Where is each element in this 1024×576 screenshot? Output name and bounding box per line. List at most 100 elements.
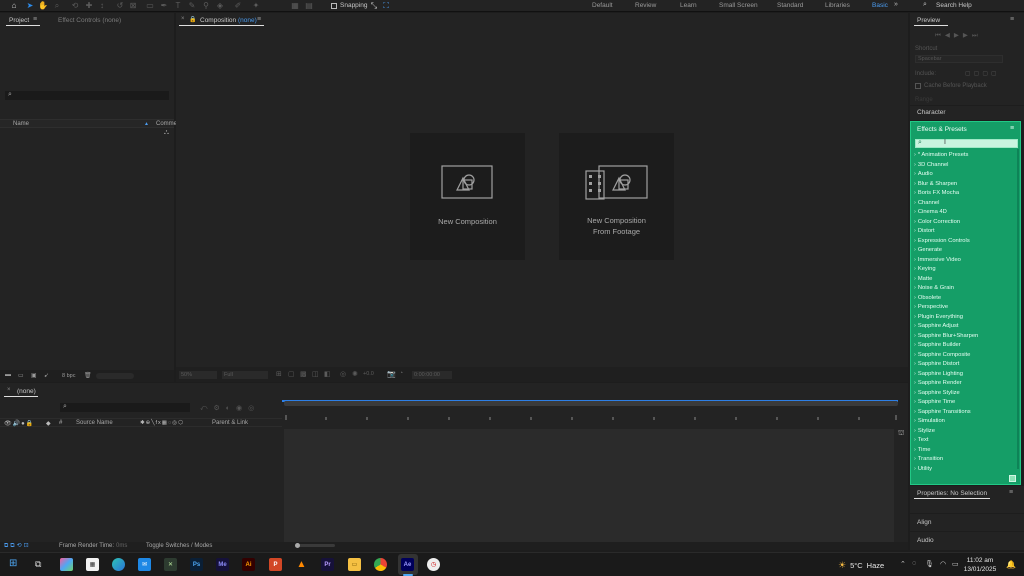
tray-overflow-icon[interactable]: ⌃ [900,560,906,568]
pen-tool-icon[interactable]: ✒ [159,1,169,11]
effects-category-item[interactable]: › Color Correction [914,218,960,227]
panel-menu-icon[interactable]: ≡ [1010,16,1014,23]
panel-menu-icon[interactable]: ≡ [1009,489,1013,496]
effects-category-item[interactable]: › Distort [914,227,935,236]
zoom-tool-icon[interactable]: ⌕ [52,1,62,11]
store-icon[interactable]: ▦ [86,558,99,571]
effects-category-item[interactable]: › Simulation [914,417,945,426]
timeline-track-area[interactable] [284,429,894,543]
label-icon[interactable]: ◆ [46,420,51,427]
snapping-checkbox[interactable] [331,3,337,9]
transparency-icon[interactable]: ▩ [300,370,307,378]
effects-category-item[interactable]: › Generate [914,246,942,255]
column-name[interactable]: Name [13,121,29,127]
chrome-icon[interactable] [374,558,387,571]
effects-category-item[interactable]: › Plugin Everything [914,313,963,322]
copilot-icon[interactable] [60,558,73,571]
effects-category-item[interactable]: › Sapphire Blur+Sharpen [914,332,978,341]
flowchart-icon[interactable]: ⛬ [164,129,169,137]
effects-search-input[interactable]: ⌕ I [915,139,1018,148]
dolly-tool-icon[interactable]: ↕ [97,1,107,11]
powerpoint-icon[interactable]: P [269,558,282,571]
effects-presets-title[interactable]: Effects & Presets [917,126,967,133]
show-snapshot-icon[interactable]: ◔ [399,370,403,377]
photoshop-icon[interactable]: Ps [190,558,203,571]
new-composition-card[interactable]: New Composition [410,133,525,260]
close-icon[interactable]: × [7,387,11,393]
interpret-footage-icon[interactable]: ▬ [5,372,11,378]
camtasia-icon[interactable]: ✕ [164,558,177,571]
cache-checkbox[interactable] [915,83,921,89]
render-queue-icon[interactable]: ➹ [44,372,49,379]
battery-icon[interactable]: ▭ [952,560,959,568]
wifi-icon[interactable]: ◠ [940,560,946,568]
align-title[interactable]: Align [917,519,931,526]
close-icon[interactable]: × [181,16,185,22]
effects-category-item[interactable]: › Sapphire Adjust [914,322,958,331]
guides-icon[interactable]: ◧ [324,370,331,378]
workspace-small-screen[interactable]: Small Screen [719,2,758,9]
puppet-tool-icon[interactable]: ✦ [251,1,261,11]
home-icon[interactable]: ⌂ [9,1,19,11]
effects-category-item[interactable]: › Keying [914,265,936,274]
effects-category-item[interactable]: › Blur & Sharpen [914,180,957,189]
shortcut-dropdown[interactable]: Spacebar [915,55,1003,63]
pan-tool-icon[interactable]: ✚ [84,1,94,11]
after-effects-icon[interactable]: Ae [401,558,414,571]
effects-category-item[interactable]: › Sapphire Distort [914,360,959,369]
effects-category-item[interactable]: › Expression Controls [914,237,970,246]
time-ruler[interactable] [284,415,898,421]
vlc-icon[interactable]: ▲ [295,558,308,571]
playback-controls[interactable]: ⏮◀▶▶⏭ [935,31,982,40]
illustrator-icon[interactable]: Ai [242,558,255,571]
thumbnail-slider[interactable] [96,373,134,379]
properties-title[interactable]: Properties: No Selection [917,490,987,497]
roto-brush-tool-icon[interactable]: ✐ [233,1,243,11]
effects-category-item[interactable]: › Text [914,436,928,445]
panel-menu-icon[interactable]: ≡ [1010,125,1014,132]
stopwatch-icon[interactable]: ◷ [427,558,440,571]
tab-effect-controls[interactable]: Effect Controls (none) [58,17,121,24]
panel-menu-icon[interactable]: ≡ [33,16,37,23]
mask-icon[interactable]: ◫ [312,370,319,378]
timeline-footer-toggles[interactable]: ⧉⧉⟲⊡ [4,542,31,550]
effects-category-item[interactable]: › Sapphire Transitions [914,408,971,417]
toggle-switches-modes[interactable]: Toggle Switches / Modes [146,543,212,549]
project-search-input[interactable]: ⌕ [5,91,169,100]
grid-icon[interactable]: ⊞ [276,370,282,378]
tab-composition[interactable]: Composition (none) [200,17,257,24]
new-bin-button[interactable] [1009,475,1016,482]
tray-app-icon[interactable]: ◌ [912,560,916,567]
effects-category-item[interactable]: › Audio [914,170,933,179]
orbit-tool-icon[interactable]: ⟲ [70,1,80,11]
effects-category-item[interactable]: › * Animation Presets [914,151,968,160]
type-tool-icon[interactable]: T [173,1,183,11]
clock[interactable]: 11:02 am 13/01/2025 [962,556,998,574]
premiere-pro-icon[interactable]: Pr [321,558,334,571]
effects-category-item[interactable]: › Sapphire Time [914,398,955,407]
exposure-value[interactable]: +0.0 [363,371,374,377]
workspace-overflow-icon[interactable]: » [894,1,898,8]
effects-category-item[interactable]: › Sapphire Stylize [914,389,960,398]
distribute-icon[interactable]: ▤ [304,1,314,11]
av-switches-icons[interactable]: 👁🔊●🔒 [4,420,34,427]
file-explorer-icon[interactable]: ▭ [348,558,361,571]
effects-category-item[interactable]: › Noise & Grain [914,284,954,293]
mail-icon[interactable]: ✉ [138,558,151,571]
microphone-icon[interactable]: 🎙 [925,560,934,568]
column-parent-link[interactable]: Parent & Link [212,420,248,426]
workspace-default[interactable]: Default [592,2,613,9]
effects-category-item[interactable]: › Perspective [914,303,948,312]
workspace-standard[interactable]: Standard [777,2,803,9]
column-comment[interactable]: Comme [156,121,177,127]
hand-tool-icon[interactable]: ✋ [38,1,48,11]
effects-category-item[interactable]: › Stylize [914,427,935,436]
rectangle-tool-icon[interactable]: ▭ [145,1,155,11]
rotate-tool-icon[interactable]: ↺ [115,1,125,11]
align-icon[interactable]: ▦ [290,1,300,11]
windows-start-icon[interactable]: ⊞ [9,558,17,569]
trash-icon[interactable]: 🗑 [84,372,92,379]
effects-category-item[interactable]: › Sapphire Builder [914,341,961,350]
effects-category-item[interactable]: › Transition [914,455,943,464]
bpc-label[interactable]: 8 bpc [62,373,75,379]
